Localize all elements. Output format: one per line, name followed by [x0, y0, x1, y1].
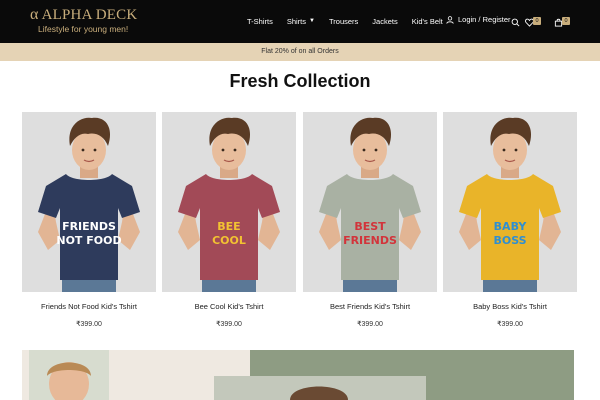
- tshirt-print-text: COOL: [212, 234, 246, 247]
- banner-child-photo: [29, 350, 109, 400]
- tshirt-print-text: BEST: [354, 220, 386, 233]
- product-card[interactable]: BEE COOL Bee Cool Kid's Tshirt ₹399.00: [162, 112, 296, 328]
- search-icon: [511, 18, 520, 27]
- product-image[interactable]: FRIENDS NOT FOOD: [22, 112, 156, 292]
- main-nav: T-Shirts Shirts ▼ Trousers Jackets Kid's …: [247, 15, 457, 27]
- product-price: ₹399.00: [76, 321, 102, 328]
- login-register-link[interactable]: Login / Register: [446, 15, 511, 24]
- kid-model-photo: BEECOOL: [162, 112, 296, 292]
- brand-logo[interactable]: α ALPHA DECK Lifestyle for young men!: [30, 6, 137, 35]
- search-button[interactable]: [511, 14, 520, 32]
- brand-tagline: Lifestyle for young men!: [38, 24, 129, 34]
- user-icon: [446, 15, 454, 24]
- product-image[interactable]: BABY BOSS: [443, 112, 577, 292]
- wishlist-count-badge: 0: [533, 17, 541, 25]
- tshirt-print-text: FRIENDS: [62, 220, 116, 233]
- chevron-down-icon: ▼: [309, 18, 315, 24]
- nav-label: Jackets: [372, 16, 398, 26]
- nav-item-jackets[interactable]: Jackets: [372, 17, 397, 26]
- kid-model-photo: BESTFRIENDS: [303, 112, 437, 292]
- nav-item-kids-belt[interactable]: Kid's Belt: [412, 17, 443, 26]
- product-image[interactable]: BEST FRIENDS: [303, 112, 437, 292]
- nav-item-shirts[interactable]: Shirts ▼: [287, 17, 315, 26]
- product-name[interactable]: Baby Boss Kid's Tshirt: [443, 302, 577, 311]
- section-title: Fresh Collection: [229, 71, 371, 91]
- tshirt-print-text: BOSS: [493, 234, 526, 247]
- nav-item-trousers[interactable]: Trousers: [329, 17, 358, 26]
- product-card[interactable]: BABY BOSS Baby Boss Kid's Tshirt ₹399.00: [443, 112, 577, 328]
- product-card[interactable]: BEST FRIENDS Best Friends Kid's Tshirt ₹3…: [303, 112, 437, 328]
- tshirt-print-text: BEE: [217, 220, 240, 233]
- brand-name: α ALPHA DECK: [30, 6, 137, 24]
- kid-model-photo: FRIENDSNOT FOOD: [22, 112, 156, 292]
- tshirt-print-text: FRIENDS: [343, 234, 397, 247]
- tshirt-print-text: BABY: [494, 220, 528, 233]
- product-price: ₹399.00: [216, 321, 242, 328]
- login-label: Login / Register: [458, 15, 511, 24]
- brand-name-text: ALPHA DECK: [41, 7, 138, 23]
- promo-text: Flat 20% of on all Orders: [261, 48, 339, 55]
- kid-model-photo: BABYBOSS: [443, 112, 577, 292]
- site-header: α ALPHA DECK Lifestyle for young men! T-S…: [0, 0, 600, 43]
- promo-banner[interactable]: [22, 350, 574, 400]
- cart-count-badge: 0: [562, 17, 570, 25]
- product-image[interactable]: BEE COOL: [162, 112, 296, 292]
- model-photo-image: [214, 376, 426, 400]
- product-price: ₹399.00: [357, 321, 383, 328]
- wishlist-button[interactable]: 0: [525, 14, 541, 32]
- nav-item-tshirts[interactable]: T-Shirts: [247, 17, 273, 26]
- alpha-logo-icon: α: [30, 6, 39, 23]
- cart-button[interactable]: 0: [554, 14, 570, 32]
- product-name[interactable]: Friends Not Food Kid's Tshirt: [22, 302, 156, 311]
- product-name[interactable]: Best Friends Kid's Tshirt: [303, 302, 437, 311]
- nav-label: Trousers: [328, 16, 359, 26]
- banner-model-photo: [214, 376, 426, 400]
- nav-label: Shirts: [286, 16, 307, 26]
- nav-label: Kid's Belt: [411, 16, 443, 26]
- promo-bar: Flat 20% of on all Orders: [0, 43, 600, 61]
- child-photo-image: [29, 350, 109, 400]
- product-card[interactable]: FRIENDS NOT FOOD Friends Not Food Kid's T…: [22, 112, 156, 328]
- tshirt-print-text: NOT FOOD: [56, 234, 121, 247]
- product-price: ₹399.00: [497, 321, 523, 328]
- nav-label: T-Shirts: [247, 16, 273, 26]
- product-name[interactable]: Bee Cool Kid's Tshirt: [162, 302, 296, 311]
